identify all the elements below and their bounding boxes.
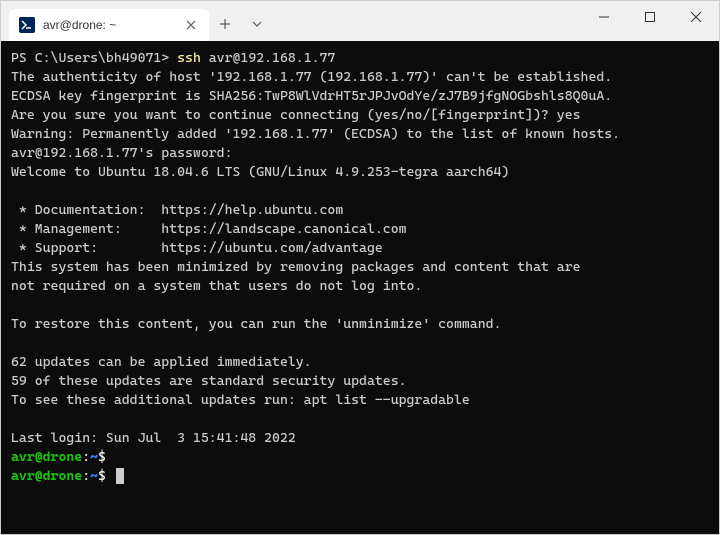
tab-title: avr@drone: ~ xyxy=(43,18,175,32)
prompt-path: ~ xyxy=(90,449,98,465)
close-window-button[interactable] xyxy=(673,1,719,33)
updates-line-3: To see these additional updates run: apt… xyxy=(11,392,470,408)
prompt-user-2: avr@drone xyxy=(11,468,82,484)
auth-line-1: The authenticity of host '192.168.1.77 (… xyxy=(11,69,612,85)
ssh-arg: avr@192.168.1.77 xyxy=(209,50,336,66)
support-line: * Support: https://ubuntu.com/advantage xyxy=(11,240,383,256)
maximize-button[interactable] xyxy=(627,1,673,33)
prompt-dollar: $ xyxy=(98,449,106,465)
last-login-line: Last login: Sun Jul 3 15:41:48 2022 xyxy=(11,430,296,446)
welcome-line: Welcome to Ubuntu 18.04.6 LTS (GNU/Linux… xyxy=(11,164,509,180)
minimized-line-2: not required on a system that users do n… xyxy=(11,278,422,294)
warning-line: Warning: Permanently added '192.168.1.77… xyxy=(11,126,620,142)
cursor xyxy=(116,468,124,484)
tab-dropdown-button[interactable] xyxy=(241,8,273,40)
window-titlebar: avr@drone: ~ xyxy=(1,1,719,41)
prompt-dollar-2: $ xyxy=(98,468,106,484)
new-tab-button[interactable] xyxy=(209,8,241,40)
close-tab-button[interactable] xyxy=(183,17,199,33)
auth-line-2: ECDSA key fingerprint is SHA256:TwP8WlVd… xyxy=(11,88,612,104)
updates-line-1: 62 updates can be applied immediately. xyxy=(11,354,312,370)
minimized-line-1: This system has been minimized by removi… xyxy=(11,259,581,275)
updates-line-2: 59 of these updates are standard securit… xyxy=(11,373,407,389)
terminal-content[interactable]: PS C:\Users\bh49071> ssh avr@192.168.1.7… xyxy=(1,41,719,534)
restore-line: To restore this content, you can run the… xyxy=(11,316,501,332)
prompt-path-2: ~ xyxy=(90,468,98,484)
password-prompt: avr@192.168.1.77's password: xyxy=(11,145,232,161)
powershell-icon xyxy=(19,17,35,33)
window-controls xyxy=(581,1,719,41)
documentation-line: * Documentation: https://help.ubuntu.com xyxy=(11,202,343,218)
prompt-user: avr@drone xyxy=(11,449,82,465)
ps-prompt: PS C:\Users\bh49071> xyxy=(11,50,177,66)
prompt-colon: : xyxy=(82,449,90,465)
prompt-colon-2: : xyxy=(82,468,90,484)
terminal-tab[interactable]: avr@drone: ~ xyxy=(9,9,209,41)
ssh-command: ssh xyxy=(177,50,209,66)
tabs-area: avr@drone: ~ xyxy=(1,1,273,41)
auth-line-3: Are you sure you want to continue connec… xyxy=(11,107,581,123)
minimize-button[interactable] xyxy=(581,1,627,33)
management-line: * Management: https://landscape.canonica… xyxy=(11,221,407,237)
